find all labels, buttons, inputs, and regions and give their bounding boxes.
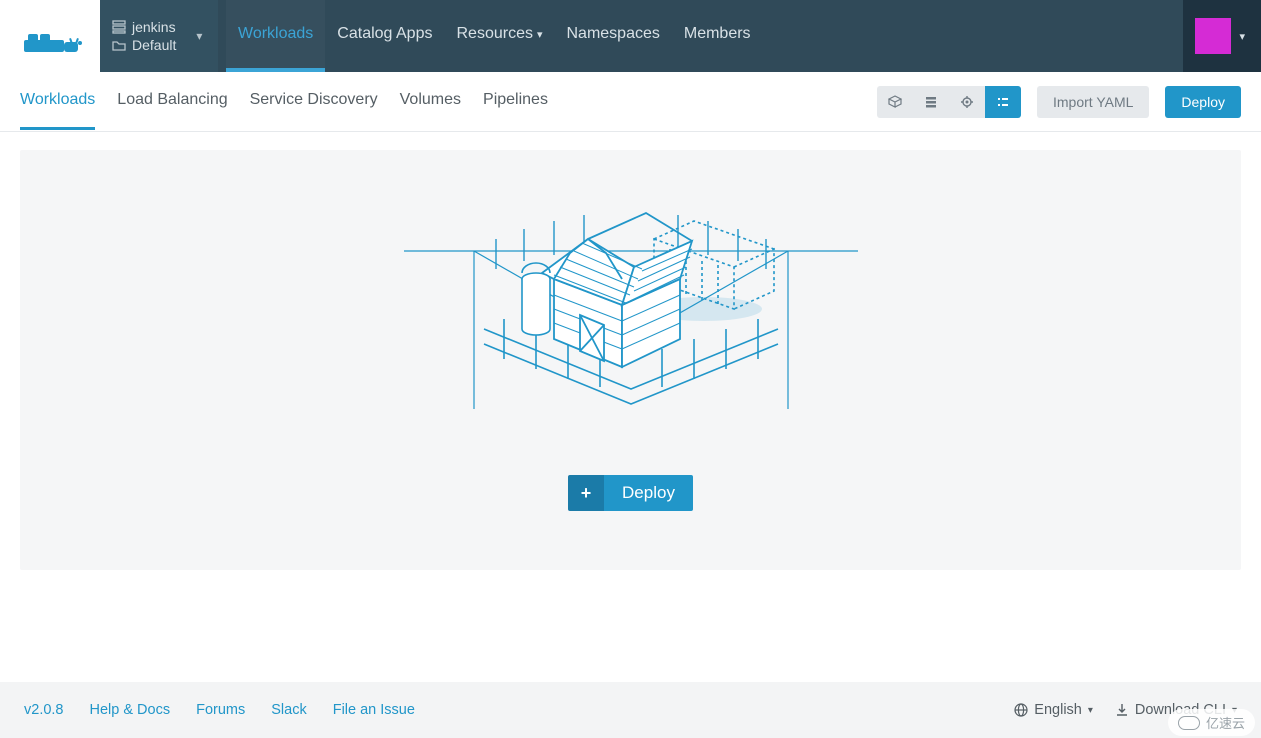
project-name: Default: [132, 37, 176, 53]
nav-catalog-apps[interactable]: Catalog Apps: [325, 0, 444, 72]
download-icon: [1115, 703, 1129, 717]
cloud-icon: [1178, 716, 1200, 730]
nav-namespaces[interactable]: Namespaces: [555, 0, 672, 72]
deploy-center-button[interactable]: + Deploy: [568, 475, 693, 511]
deploy-button[interactable]: Deploy: [1165, 86, 1241, 118]
tab-load-balancing[interactable]: Load Balancing: [117, 73, 227, 130]
globe-icon: [1014, 703, 1028, 717]
watermark: 亿速云: [1168, 709, 1255, 736]
footer-link-issue[interactable]: File an Issue: [333, 702, 415, 718]
folder-icon: [112, 38, 126, 52]
avatar: [1195, 18, 1231, 54]
view-toggle-namespace[interactable]: [949, 86, 985, 118]
view-toggle-stack[interactable]: [913, 86, 949, 118]
cluster-name: jenkins: [132, 19, 176, 35]
footer: v2.0.8 Help & Docs Forums Slack File an …: [0, 682, 1261, 738]
tab-volumes[interactable]: Volumes: [400, 73, 461, 130]
version-label: v2.0.8: [24, 702, 64, 718]
import-yaml-button[interactable]: Import YAML: [1037, 86, 1149, 118]
view-toggle: [877, 86, 1021, 118]
chevron-down-icon: ▾: [537, 28, 543, 41]
nav-workloads[interactable]: Workloads: [226, 0, 325, 72]
view-toggle-list[interactable]: [985, 86, 1021, 118]
chevron-down-icon: ▾: [196, 29, 202, 43]
language-selector[interactable]: English ▾: [1014, 702, 1093, 718]
footer-link-help[interactable]: Help & Docs: [90, 702, 171, 718]
cluster-icon: [112, 20, 126, 34]
tab-pipelines[interactable]: Pipelines: [483, 73, 548, 130]
deploy-center-label: Deploy: [604, 475, 693, 511]
cluster-project-selector[interactable]: jenkins Default ▾: [100, 0, 218, 72]
workloads-empty-panel: + Deploy: [20, 150, 1241, 570]
footer-link-slack[interactable]: Slack: [271, 702, 306, 718]
view-toggle-cube[interactable]: [877, 86, 913, 118]
chevron-down-icon: ▾: [1088, 705, 1093, 716]
rancher-logo[interactable]: [20, 28, 86, 58]
user-menu[interactable]: ▾: [1183, 0, 1261, 72]
tab-service-discovery[interactable]: Service Discovery: [250, 73, 378, 130]
nav-resources[interactable]: Resources▾: [444, 0, 554, 72]
footer-link-forums[interactable]: Forums: [196, 702, 245, 718]
nav-members[interactable]: Members: [672, 0, 763, 72]
empty-state-illustration: [404, 209, 858, 435]
tab-workloads[interactable]: Workloads: [20, 73, 95, 130]
plus-icon: +: [568, 475, 604, 511]
chevron-down-icon: ▾: [1239, 30, 1245, 43]
